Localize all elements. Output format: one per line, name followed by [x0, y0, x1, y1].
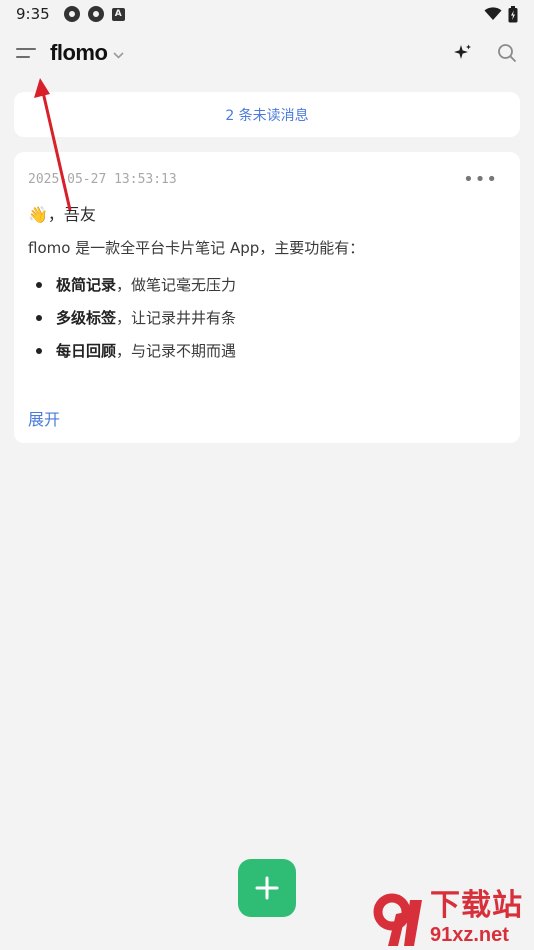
expand-link[interactable]: 展开: [28, 406, 60, 430]
chevron-down-icon[interactable]: [113, 48, 124, 62]
list-item: 极简记录 ，做笔记毫无压力: [28, 268, 506, 301]
memo-intro: flomo 是一款全平台卡片笔记 App，主要功能有：: [28, 239, 365, 257]
app-title[interactable]: flomo: [50, 40, 108, 66]
memo-card[interactable]: 2025-05-27 13:53:13 ••• 👋，吾友 flomo 是一款全平…: [14, 152, 520, 443]
search-icon[interactable]: [496, 42, 518, 64]
feature-title: 极简记录: [56, 276, 117, 294]
app-notification-icon: [87, 6, 104, 22]
feature-text: ，做笔记毫无压力: [116, 276, 237, 294]
unread-messages-text: 2 条未读消息: [225, 107, 309, 124]
memo-meta: 2025-05-27 13:53:13 •••: [28, 170, 506, 188]
watermark-title: 下载站: [430, 888, 523, 923]
sparkle-icon[interactable]: [452, 42, 474, 64]
menu-icon[interactable]: [16, 45, 38, 61]
memo-timestamp: 2025-05-27 13:53:13: [28, 172, 177, 187]
plus-icon: [255, 876, 279, 900]
watermark: 下载站 91xz.net: [368, 890, 534, 950]
list-item: 多级标签 ，让记录井井有条: [28, 301, 506, 334]
watermark-logo-icon: [373, 893, 422, 946]
list-item: 每日回顾 ，与记录不期而遇: [28, 334, 506, 367]
status-system-icons: [484, 5, 518, 23]
memo-greeting: 👋，吾友: [28, 205, 96, 224]
bullet-icon: [36, 347, 42, 354]
unread-messages-banner[interactable]: 2 条未读消息: [14, 92, 520, 137]
status-bar: 9:35 A: [0, 0, 534, 28]
a-icon: A: [111, 7, 125, 21]
feature-title: 多级标签: [56, 309, 117, 327]
app-notification-icon: [63, 6, 80, 22]
bullet-icon: [36, 314, 42, 321]
feature-text: ，与记录不期而遇: [116, 342, 237, 360]
add-memo-button[interactable]: [238, 859, 296, 917]
battery-icon: [508, 5, 518, 22]
more-options-icon[interactable]: •••: [463, 170, 498, 188]
watermark-url: 91xz.net: [430, 924, 509, 946]
wifi-icon: [484, 7, 502, 20]
status-time: 9:35: [16, 5, 50, 23]
app-header: flomo: [0, 30, 534, 76]
memo-feature-list: 极简记录 ，做笔记毫无压力 多级标签 ，让记录井井有条 每日回顾 ，与记录不期而…: [28, 268, 506, 367]
bullet-icon: [36, 281, 42, 288]
feature-text: ，让记录井井有条: [116, 309, 237, 327]
feature-title: 每日回顾: [56, 342, 117, 360]
status-notification-icons: A: [63, 6, 125, 22]
